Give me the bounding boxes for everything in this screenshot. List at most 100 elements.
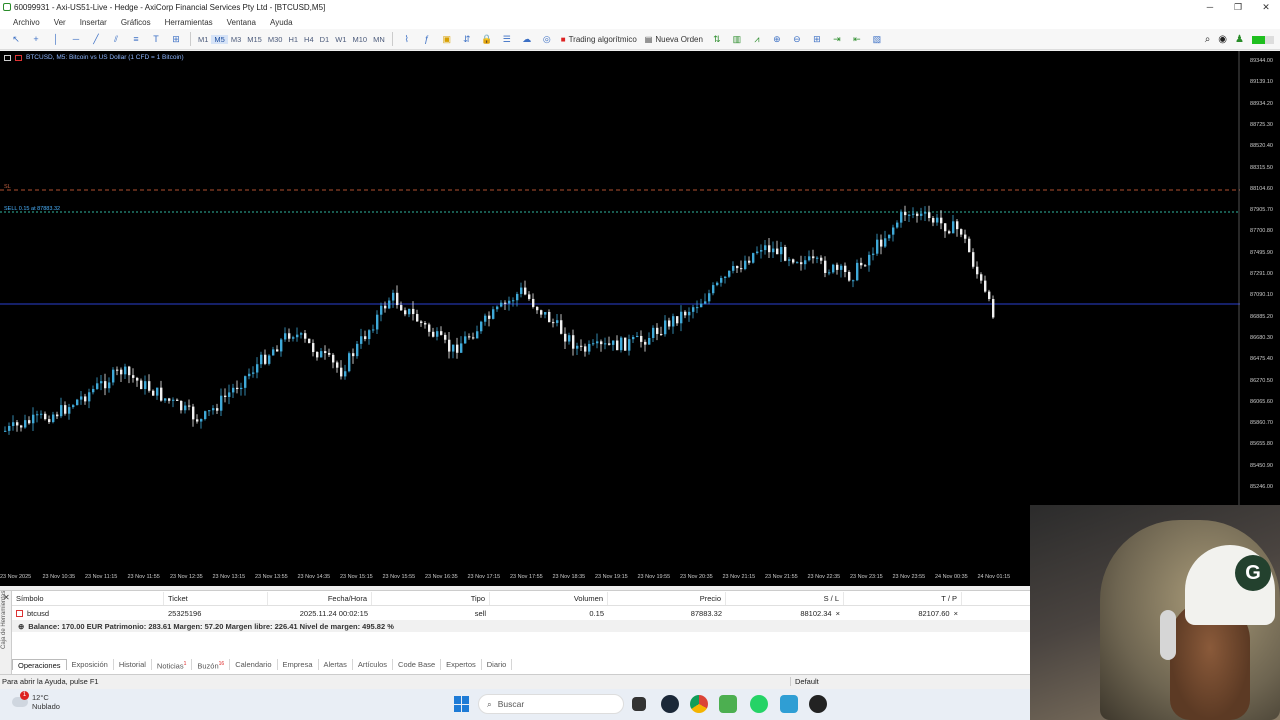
zoom-in-icon[interactable]: ⊕ xyxy=(769,31,785,47)
col-volume[interactable]: Volumen xyxy=(490,592,608,605)
menu-ayuda[interactable]: Ayuda xyxy=(263,18,300,27)
close-button[interactable]: ✕ xyxy=(1252,0,1280,15)
vertical-line-icon[interactable]: │ xyxy=(48,31,64,47)
candle-body xyxy=(196,419,199,422)
cloud-icon[interactable]: ☁ xyxy=(519,31,535,47)
screenshot-icon[interactable]: ▧ xyxy=(869,31,885,47)
time-axis[interactable]: 23 Nov 2025 23 Nov 10:35 23 Nov 11:15 23 No… xyxy=(0,574,1030,584)
col-datetime[interactable]: Fecha/Hora xyxy=(268,592,372,605)
tab-noticias[interactable]: Noticias1 xyxy=(152,659,193,671)
shapes-icon[interactable]: ⊞ xyxy=(168,31,184,47)
tab-operaciones[interactable]: Operaciones xyxy=(12,659,67,670)
sl-level-tag[interactable]: SL xyxy=(4,184,11,190)
col-ticket[interactable]: Ticket xyxy=(164,592,268,605)
remove-tp-icon[interactable]: × xyxy=(954,609,958,618)
menu-ver[interactable]: Ver xyxy=(47,18,73,27)
balance-expand-icon[interactable]: ⊕ xyxy=(18,622,24,631)
col-sl[interactable]: S / L xyxy=(726,592,844,605)
tp-value: 82107.60 xyxy=(918,608,950,618)
line-chart-icon[interactable]: ⩘ xyxy=(749,31,765,47)
chart-shift-icon[interactable]: ⇤ xyxy=(849,31,865,47)
metatrader-icon[interactable] xyxy=(719,695,737,713)
menu-archivo[interactable]: Archivo xyxy=(6,18,47,27)
app-icon[interactable] xyxy=(780,695,798,713)
account-icon[interactable]: ♟ xyxy=(1235,34,1244,45)
tab-art-culos[interactable]: Artículos xyxy=(353,659,394,670)
fibonacci-icon[interactable]: ≡ xyxy=(128,31,144,47)
col-tp[interactable]: T / P xyxy=(844,592,962,605)
trendline-icon[interactable]: ╱ xyxy=(88,31,104,47)
tf-h4[interactable]: H4 xyxy=(301,35,317,44)
tab-label: Code Base xyxy=(398,660,436,669)
time-tick-label: 23 Nov 19:15 xyxy=(595,574,628,580)
horizontal-line-icon[interactable]: ─ xyxy=(68,31,84,47)
templates-icon[interactable]: ▣ xyxy=(439,31,455,47)
windows-start-icon[interactable] xyxy=(454,696,470,712)
text-icon[interactable]: T xyxy=(148,31,164,47)
tab-diario[interactable]: Diario xyxy=(482,659,513,670)
tab-empresa[interactable]: Empresa xyxy=(278,659,319,670)
crosshair-icon[interactable]: + xyxy=(28,31,44,47)
menu-ventana[interactable]: Ventana xyxy=(220,18,263,27)
sell-order-tag[interactable]: SELL 0.15 at 87883.32 xyxy=(4,206,60,212)
menu-insertar[interactable]: Insertar xyxy=(73,18,114,27)
cell-sl[interactable]: 88102.34 × xyxy=(726,606,844,620)
autoscroll-icon[interactable]: ⇥ xyxy=(829,31,845,47)
tf-m10[interactable]: M10 xyxy=(349,35,370,44)
search-icon[interactable]: ⌕ xyxy=(1205,34,1211,45)
menu-graficos[interactable]: Gráficos xyxy=(114,18,158,27)
price-tick-label: 86680.30 xyxy=(1250,334,1273,341)
candlestick-chart[interactable] xyxy=(0,51,1240,576)
tab-code-base[interactable]: Code Base xyxy=(393,659,442,670)
algo-trading-button[interactable]: ■ Trading algorítmico xyxy=(557,35,641,44)
cursor-icon[interactable]: ↖ xyxy=(8,31,24,47)
steam-icon[interactable] xyxy=(661,695,679,713)
tf-m5[interactable]: M5 xyxy=(211,34,228,44)
taskbar-search[interactable]: ⌕ Buscar xyxy=(478,694,624,714)
community-icon[interactable]: ◉ xyxy=(1218,34,1227,45)
minimize-button[interactable]: ─ xyxy=(1196,0,1224,15)
grid-icon[interactable]: ⊞ xyxy=(809,31,825,47)
candle-body xyxy=(12,422,15,426)
tf-m3[interactable]: M3 xyxy=(228,35,244,44)
market-icon[interactable]: ◎ xyxy=(539,31,555,47)
weather-widget[interactable]: 1 12°C Nublado xyxy=(12,691,60,711)
signals-icon[interactable]: ☰ xyxy=(499,31,515,47)
tab-exposici-n[interactable]: Exposición xyxy=(67,659,114,670)
lock-icon[interactable]: 🔒 xyxy=(479,31,495,47)
depth-icon[interactable]: ⇵ xyxy=(459,31,475,47)
zoom-out-icon[interactable]: ⊖ xyxy=(789,31,805,47)
new-order-button[interactable]: ▤ Nueva Orden xyxy=(641,35,707,44)
channel-icon[interactable]: ⫽ xyxy=(108,31,124,47)
tab-alertas[interactable]: Alertas xyxy=(319,659,353,670)
tf-m15[interactable]: M15 xyxy=(244,35,265,44)
status-profile[interactable]: Default xyxy=(790,677,900,686)
one-click-icon[interactable]: ⇅ xyxy=(709,31,725,47)
chrome-icon[interactable] xyxy=(690,695,708,713)
whatsapp-icon[interactable] xyxy=(750,695,768,713)
cell-tp[interactable]: 82107.60 × xyxy=(844,606,962,620)
col-symbol[interactable]: Símbolo xyxy=(12,592,164,605)
price-axis[interactable]: 89344.00 89139.10 88934.20 88725.30 88520.40… xyxy=(1240,51,1280,506)
tf-w1[interactable]: W1 xyxy=(332,35,349,44)
tf-m30[interactable]: M30 xyxy=(265,35,286,44)
tab-calendario[interactable]: Calendario xyxy=(230,659,278,670)
table-row[interactable]: btcusd 25325196 2025.11.24 00:02:15 sell… xyxy=(12,606,1030,620)
tf-mn[interactable]: MN xyxy=(370,35,388,44)
col-type[interactable]: Tipo xyxy=(372,592,490,605)
col-price[interactable]: Precio xyxy=(608,592,726,605)
remove-sl-icon[interactable]: × xyxy=(836,609,840,618)
tf-d1[interactable]: D1 xyxy=(317,35,333,44)
tf-h1[interactable]: H1 xyxy=(285,35,301,44)
tab-historial[interactable]: Historial xyxy=(114,659,152,670)
chart-type-icon[interactable]: ⌇ xyxy=(399,31,415,47)
obs-icon[interactable] xyxy=(809,695,827,713)
menu-herramientas[interactable]: Herramientas xyxy=(158,18,220,27)
tab-expertos[interactable]: Expertos xyxy=(441,659,482,670)
indicators-icon[interactable]: ƒ xyxy=(419,31,435,47)
maximize-button[interactable]: ❐ xyxy=(1224,0,1252,15)
tab-buz-n[interactable]: Buzón16 xyxy=(192,659,231,671)
task-view-icon[interactable] xyxy=(632,697,646,711)
tf-m1[interactable]: M1 xyxy=(195,35,211,44)
bars-icon[interactable]: ▥ xyxy=(729,31,745,47)
